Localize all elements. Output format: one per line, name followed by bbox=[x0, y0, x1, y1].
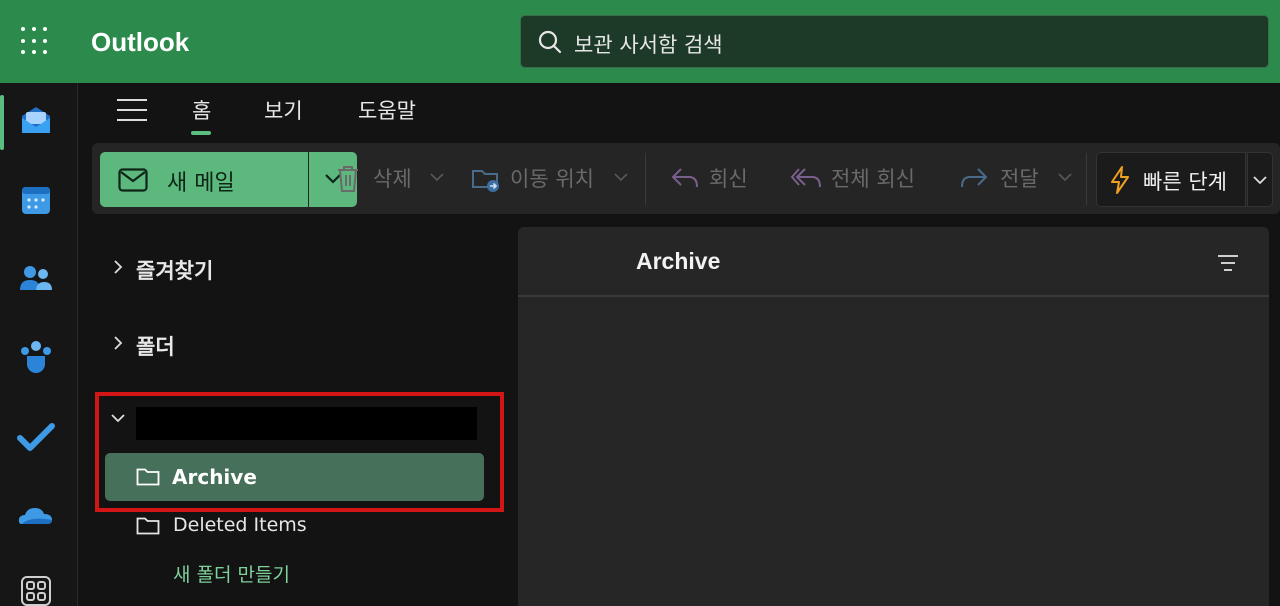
tab-help[interactable]: 도움말 bbox=[358, 95, 416, 125]
reply-all-button[interactable]: 전체 회신 bbox=[831, 163, 915, 193]
chevron-right-icon[interactable] bbox=[113, 260, 123, 274]
reply-all-icon[interactable] bbox=[790, 167, 822, 189]
quick-steps-dropdown[interactable] bbox=[1247, 152, 1273, 207]
forward-button[interactable]: 전달 bbox=[1000, 163, 1039, 193]
search-icon bbox=[538, 30, 562, 54]
message-list: Archive bbox=[518, 227, 1269, 606]
tab-active-underline bbox=[191, 131, 211, 135]
quick-steps-label: 빠른 단계 bbox=[1143, 170, 1227, 194]
chevron-down-icon bbox=[1253, 176, 1267, 185]
top-header: Outlook 보관 사서함 검색 bbox=[0, 0, 1280, 83]
search-input[interactable]: 보관 사서함 검색 bbox=[574, 29, 723, 59]
message-list-title: Archive bbox=[636, 248, 721, 274]
onedrive-icon[interactable] bbox=[16, 496, 56, 536]
chevron-down-icon[interactable] bbox=[1058, 173, 1072, 183]
chevron-down-icon[interactable] bbox=[614, 173, 628, 183]
highlight-box bbox=[95, 392, 504, 512]
tab-home[interactable]: 홈 bbox=[192, 95, 211, 125]
folder-pane: 즐겨찾기 폴더 Archive Deleted Items 새 폴더 만들기 bbox=[79, 214, 509, 606]
app-launcher-icon[interactable] bbox=[21, 27, 49, 55]
delete-icon[interactable] bbox=[336, 165, 360, 193]
reply-icon[interactable] bbox=[671, 167, 699, 189]
chevron-down-icon[interactable] bbox=[430, 173, 444, 183]
ribbon-tabs: 홈 보기 도움말 bbox=[79, 83, 1280, 143]
forward-icon[interactable] bbox=[960, 167, 988, 189]
tab-view[interactable]: 보기 bbox=[264, 95, 303, 125]
more-apps-icon[interactable] bbox=[16, 571, 56, 606]
new-mail-button[interactable]: 새 메일 bbox=[100, 152, 308, 207]
folders-header[interactable]: 폴더 bbox=[136, 331, 175, 361]
mail-icon[interactable] bbox=[16, 100, 56, 140]
teams-icon[interactable] bbox=[16, 336, 56, 376]
rail-active-indicator bbox=[0, 95, 4, 150]
envelope-icon bbox=[118, 168, 148, 192]
favorites-header[interactable]: 즐겨찾기 bbox=[136, 255, 213, 285]
search-box[interactable]: 보관 사서함 검색 bbox=[520, 15, 1269, 68]
divider bbox=[645, 153, 646, 205]
people-icon[interactable] bbox=[16, 258, 56, 298]
move-to-button[interactable]: 이동 위치 bbox=[510, 163, 594, 193]
folder-item-deleted-items[interactable]: Deleted Items bbox=[173, 514, 307, 536]
todo-icon[interactable] bbox=[16, 416, 56, 456]
filter-icon[interactable] bbox=[1218, 255, 1238, 271]
reply-button[interactable]: 회신 bbox=[709, 163, 748, 193]
app-title[interactable]: Outlook bbox=[91, 27, 189, 58]
lightning-icon bbox=[1111, 166, 1129, 194]
chevron-right-icon[interactable] bbox=[113, 336, 123, 350]
message-list-header: Archive bbox=[518, 227, 1269, 297]
divider bbox=[1086, 153, 1087, 205]
new-mail-label: 새 메일 bbox=[167, 171, 235, 196]
quick-steps-button[interactable]: 빠른 단계 bbox=[1096, 152, 1246, 207]
hamburger-menu-icon[interactable] bbox=[117, 99, 147, 121]
delete-button[interactable]: 삭제 bbox=[373, 163, 412, 193]
create-new-folder-link[interactable]: 새 폴더 만들기 bbox=[173, 560, 290, 587]
move-folder-icon[interactable] bbox=[471, 165, 503, 193]
calendar-icon[interactable] bbox=[16, 180, 56, 220]
app-rail bbox=[0, 83, 78, 606]
command-bar: 새 메일 삭제 이동 위치 회신 전체 회신 전달 빠른 단계 bbox=[92, 143, 1280, 214]
folder-icon bbox=[136, 517, 160, 535]
